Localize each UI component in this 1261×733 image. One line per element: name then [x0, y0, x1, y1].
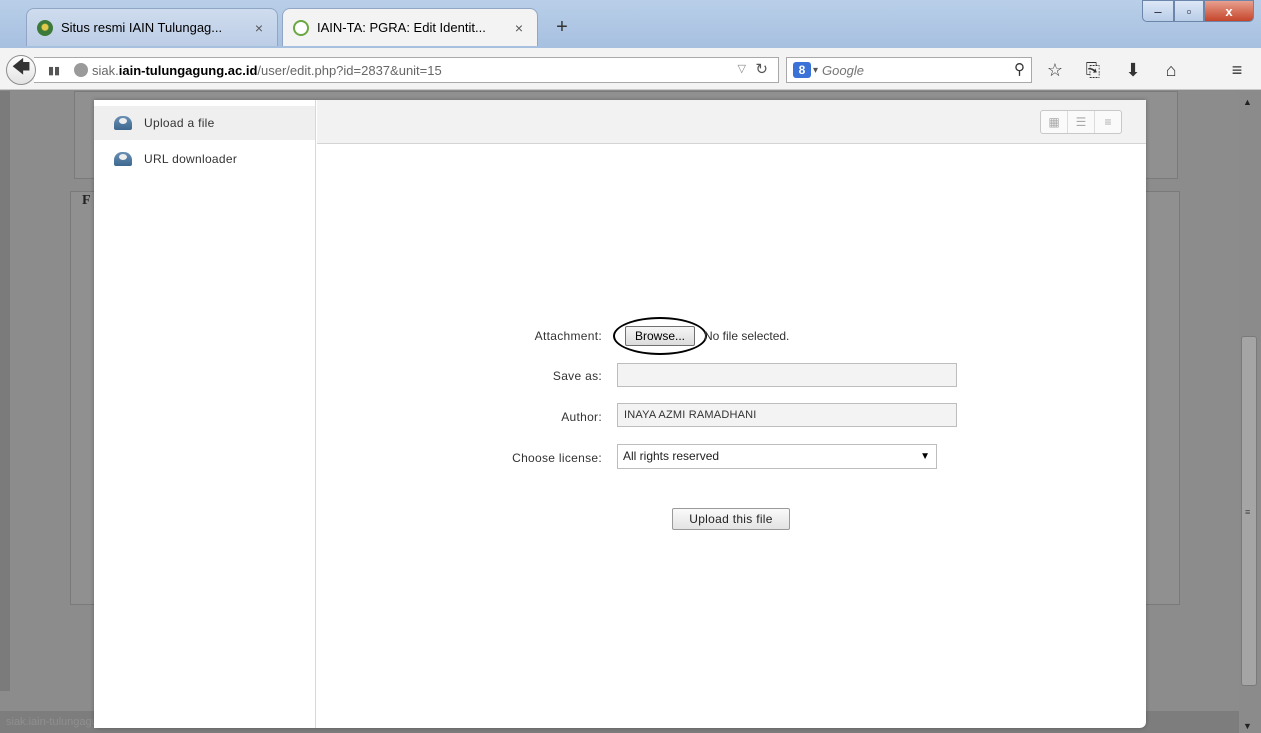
no-file-selected-text: No file selected. — [704, 329, 790, 343]
tab-edit-identity[interactable]: IAIN-TA: PGRA: Edit Identit... × — [282, 8, 538, 46]
repo-url-downloader[interactable]: URL downloader — [94, 142, 315, 176]
license-select[interactable]: All rights reserved ▼ — [617, 444, 937, 469]
moodle-logo-icon — [293, 19, 309, 36]
reload-icon[interactable]: ↻ — [755, 60, 768, 78]
search-input[interactable] — [822, 62, 973, 78]
page-scrollbar[interactable]: ▲ ≡ ▼ — [1239, 91, 1261, 733]
new-tab-button[interactable]: + — [550, 16, 574, 39]
view-switcher: ▦ ☰ ≡ — [1040, 110, 1122, 134]
url-repository-icon — [114, 152, 132, 166]
window-close-button[interactable]: x — [1204, 0, 1254, 22]
view-icons-icon[interactable]: ▦ — [1041, 111, 1068, 133]
view-list-icon[interactable]: ☰ — [1068, 111, 1095, 133]
search-magnifier-icon[interactable]: ⚲ — [1014, 60, 1025, 78]
save-as-label: Save as: — [552, 369, 602, 383]
scroll-thumb[interactable]: ≡ — [1241, 336, 1257, 686]
license-label: Choose license: — [512, 451, 602, 465]
author-label: Author: — [561, 410, 602, 424]
iain-logo-icon — [37, 19, 53, 36]
bookmarks-menu-icon[interactable]: ⎘ — [1082, 60, 1104, 81]
attachment-label: Attachment: — [534, 329, 602, 343]
home-icon[interactable]: ⌂ — [1160, 60, 1182, 81]
browser-titlebar: Situs resmi IAIN Tulungag... × IAIN-TA: … — [0, 0, 1261, 48]
tab-label: IAIN-TA: PGRA: Edit Identit... — [317, 20, 486, 35]
upload-repository-icon — [114, 116, 132, 130]
back-button[interactable]: 🡄 — [6, 55, 36, 85]
chevron-down-icon: ▼ — [920, 451, 930, 462]
save-as-input[interactable] — [617, 363, 957, 387]
background-heading: F — [82, 193, 91, 208]
repo-label: URL downloader — [144, 152, 238, 166]
engine-dropdown-icon[interactable]: ▾ — [813, 65, 818, 76]
scroll-down-arrow-icon[interactable]: ▼ — [1243, 721, 1252, 731]
file-picker-toolbar: ▦ ☰ ≡ — [317, 100, 1146, 144]
tab-close-icon[interactable]: × — [251, 20, 267, 36]
url-history-dropdown-icon[interactable]: ▽ — [738, 62, 746, 75]
bookmark-star-icon[interactable]: ☆ — [1044, 60, 1066, 81]
file-picker-dialog: Upload a file URL downloader ▦ ☰ ≡ Attac… — [94, 100, 1146, 728]
address-bar[interactable]: ▮▮ siak.iain-tulungagung.ac.id/user/edit… — [34, 57, 779, 83]
author-input[interactable] — [617, 403, 957, 427]
tab-groups-icon[interactable]: ▮▮ — [48, 64, 64, 77]
repo-label: Upload a file — [144, 116, 215, 130]
tab-label: Situs resmi IAIN Tulungag... — [61, 20, 223, 35]
search-bar[interactable]: 8 ▾ ⚲ — [786, 57, 1032, 83]
google-engine-icon[interactable]: 8 — [793, 62, 811, 78]
scroll-up-arrow-icon[interactable]: ▲ — [1243, 97, 1252, 107]
window-maximize-button[interactable]: ▫ — [1174, 0, 1204, 22]
menu-hamburger-icon[interactable]: ≡ — [1226, 60, 1248, 81]
url-text[interactable]: siak.iain-tulungagung.ac.id/user/edit.ph… — [92, 63, 442, 78]
scroll-grip-icon: ≡ — [1245, 507, 1251, 517]
browse-button[interactable]: Browse... — [625, 326, 695, 346]
window-minimize-button[interactable]: – — [1142, 0, 1174, 22]
tab-situs-resmi[interactable]: Situs resmi IAIN Tulungag... × — [26, 8, 278, 46]
repo-upload-a-file[interactable]: Upload a file — [94, 106, 315, 140]
navigation-toolbar: ▮▮ siak.iain-tulungagung.ac.id/user/edit… — [0, 48, 1261, 90]
view-tree-icon[interactable]: ≡ — [1095, 111, 1121, 133]
repository-sidebar: Upload a file URL downloader — [94, 100, 316, 728]
downloads-icon[interactable]: ⬇ — [1122, 60, 1144, 81]
site-identity-globe-icon[interactable] — [74, 63, 88, 77]
page-left-edge — [0, 91, 10, 691]
upload-this-file-button[interactable]: Upload this file — [672, 508, 790, 530]
license-selected-value: All rights reserved — [623, 449, 720, 463]
tab-close-icon[interactable]: × — [511, 20, 527, 36]
